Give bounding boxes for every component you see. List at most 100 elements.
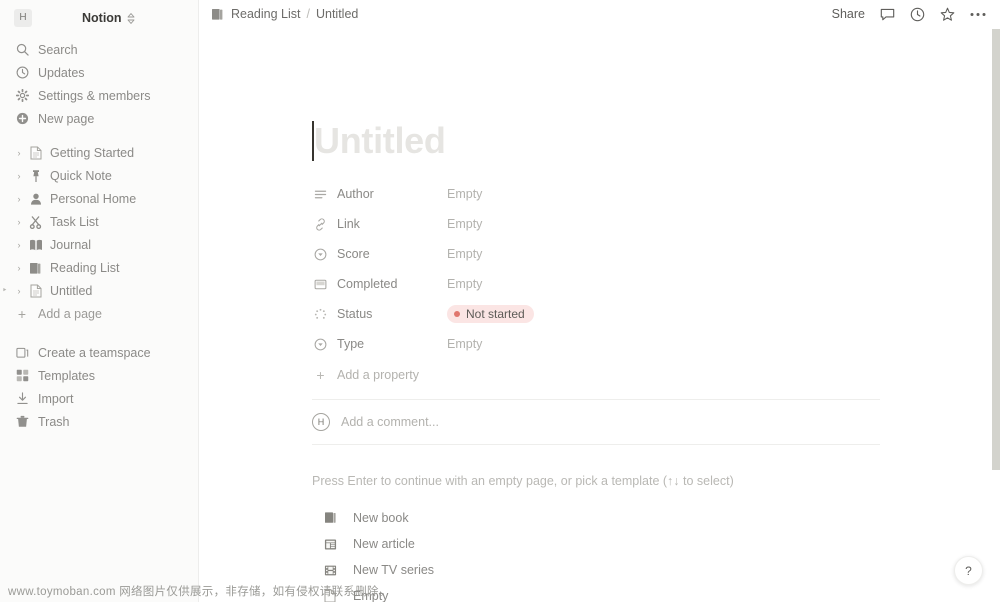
page-title[interactable]: Untitled xyxy=(314,119,446,163)
property-value[interactable]: Empty xyxy=(447,217,482,231)
sidebar-page-getting-started[interactable]: › Getting Started xyxy=(0,141,198,164)
chevron-right-icon[interactable]: › xyxy=(14,194,24,204)
page-body: Untitled Author Empty Link Empty Score E… xyxy=(199,115,1000,602)
property-key[interactable]: Score xyxy=(312,247,447,261)
import-icon xyxy=(14,392,30,405)
sidebar-item-settings[interactable]: Settings & members xyxy=(0,84,198,107)
comment-input-placeholder[interactable]: Add a comment... xyxy=(341,415,439,429)
document-icon xyxy=(27,284,44,298)
property-key[interactable]: Status xyxy=(312,307,447,321)
sidebar-page-reading-list[interactable]: › Reading List xyxy=(0,256,198,279)
property-value[interactable]: Empty xyxy=(447,187,482,201)
sidebar-page-label: Personal Home xyxy=(50,191,137,206)
property-key[interactable]: Type xyxy=(312,337,447,351)
add-a-property-label: Add a property xyxy=(337,368,419,382)
plus-icon: + xyxy=(316,367,325,383)
add-a-property-button[interactable]: + Add a property xyxy=(312,360,900,390)
vertical-scrollbar[interactable] xyxy=(992,29,1000,470)
sidebar-item-label: Templates xyxy=(38,368,95,383)
workspace-switcher[interactable]: H Notion xyxy=(0,4,198,32)
sidebar-page-label: Task List xyxy=(50,214,99,229)
sidebar-page-label: Journal xyxy=(50,237,91,252)
chevron-right-icon[interactable]: › xyxy=(14,217,24,227)
sidebar-page-task-list[interactable]: › Task List xyxy=(0,210,198,233)
property-value-badge[interactable]: Not started xyxy=(447,305,534,323)
template-item-label: New book xyxy=(353,511,409,525)
books-icon xyxy=(27,261,44,275)
article-template-icon xyxy=(321,538,339,551)
sidebar-item-updates[interactable]: Updates xyxy=(0,61,198,84)
property-name: Status xyxy=(337,307,373,321)
property-value[interactable]: Empty xyxy=(447,247,482,261)
sidebar-page-label: Getting Started xyxy=(50,145,135,160)
more-options-icon[interactable] xyxy=(970,12,986,17)
property-value[interactable]: Empty xyxy=(447,337,482,351)
sidebar-item-label: Create a teamspace xyxy=(38,345,151,360)
property-key[interactable]: Link xyxy=(312,217,447,231)
property-key[interactable]: Completed xyxy=(312,277,447,291)
property-value[interactable]: Empty xyxy=(447,277,482,291)
sidebar-item-label: Trash xyxy=(38,414,70,429)
search-icon xyxy=(14,43,30,56)
add-a-page-label: Add a page xyxy=(38,306,102,321)
sidebar-item-trash[interactable]: Trash xyxy=(0,410,198,433)
scissors-icon xyxy=(27,215,44,229)
select-icon xyxy=(312,248,329,261)
divider xyxy=(312,444,880,445)
sidebar-item-search[interactable]: Search xyxy=(0,38,198,61)
sidebar-item-import[interactable]: Import xyxy=(0,387,198,410)
template-item-new-article[interactable]: New article xyxy=(312,531,900,557)
template-list: New book New article New TV series Empty xyxy=(312,505,900,602)
breadcrumb-parent[interactable]: Reading List xyxy=(211,7,301,21)
status-badge[interactable]: Not started xyxy=(447,305,534,323)
teamspace-icon xyxy=(14,346,30,359)
workspace-avatar: H xyxy=(14,9,32,27)
chevron-right-icon[interactable]: › xyxy=(14,263,24,273)
add-a-page-button[interactable]: + Add a page xyxy=(0,302,198,325)
chevron-right-icon[interactable]: › xyxy=(14,148,24,158)
sidebar-item-templates[interactable]: Templates xyxy=(0,364,198,387)
sidebar-resize-handle[interactable]: ‣ xyxy=(2,285,7,296)
property-row-type[interactable]: Type Empty xyxy=(312,329,900,359)
share-button[interactable]: Share xyxy=(832,7,865,21)
chevron-right-icon[interactable]: › xyxy=(14,240,24,250)
template-item-new-tv-series[interactable]: New TV series xyxy=(312,557,900,583)
sidebar-page-personal-home[interactable]: › Personal Home xyxy=(0,187,198,210)
book-template-icon xyxy=(321,511,339,525)
property-row-score[interactable]: Score Empty xyxy=(312,239,900,269)
document-icon xyxy=(27,146,44,160)
breadcrumb-parent-label: Reading List xyxy=(231,7,301,21)
page-title-row[interactable]: Untitled xyxy=(312,115,900,167)
property-name: Type xyxy=(337,337,365,351)
property-row-author[interactable]: Author Empty xyxy=(312,179,900,209)
breadcrumb-separator: / xyxy=(306,7,310,21)
chevron-updown-icon xyxy=(127,12,135,24)
chevron-right-icon[interactable]: › xyxy=(14,286,24,296)
sidebar-item-create-teamspace[interactable]: Create a teamspace xyxy=(0,341,198,364)
updates-clock-icon[interactable] xyxy=(910,7,925,22)
topbar-actions: Share xyxy=(832,7,986,22)
help-button[interactable]: ? xyxy=(954,556,983,585)
chevron-right-icon[interactable]: › xyxy=(14,171,24,181)
property-row-link[interactable]: Link Empty xyxy=(312,209,900,239)
template-item-empty[interactable]: Empty xyxy=(312,583,900,602)
template-item-new-book[interactable]: New book xyxy=(312,505,900,531)
main-content: Reading List / Untitled Share Untitled A… xyxy=(199,0,1000,602)
property-row-status[interactable]: Status Not started xyxy=(312,299,900,329)
sidebar-item-new-page[interactable]: New page xyxy=(0,107,198,130)
checkbox-icon xyxy=(312,278,329,291)
topbar: Reading List / Untitled Share xyxy=(199,0,1000,28)
gear-icon xyxy=(14,89,30,102)
add-comment-row[interactable]: H Add a comment... xyxy=(312,400,900,444)
comment-icon[interactable] xyxy=(880,7,895,22)
property-row-completed[interactable]: Completed Empty xyxy=(312,269,900,299)
sidebar-page-quick-note[interactable]: › Quick Note xyxy=(0,164,198,187)
breadcrumb-current[interactable]: Untitled xyxy=(316,7,358,21)
property-name: Link xyxy=(337,217,360,231)
open-book-icon xyxy=(27,238,44,252)
property-key[interactable]: Author xyxy=(312,187,447,201)
sidebar-page-untitled[interactable]: › Untitled xyxy=(0,279,198,302)
sidebar-page-journal[interactable]: › Journal xyxy=(0,233,198,256)
star-icon[interactable] xyxy=(940,7,955,22)
